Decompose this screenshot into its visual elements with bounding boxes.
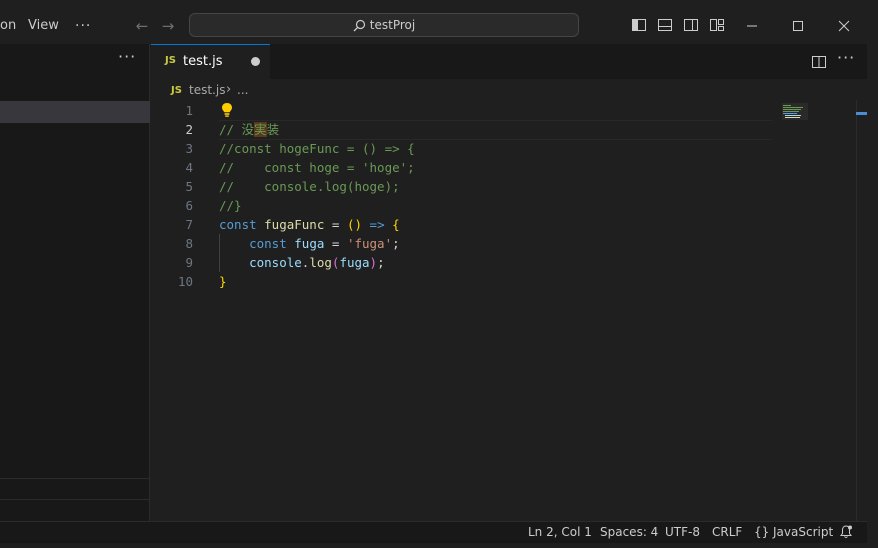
layout-left-icon[interactable] [631,17,647,33]
scrollbar-cursor-marker [856,112,867,115]
line-number: 4 [185,160,193,175]
code-token: 実 [254,122,267,137]
menu-view[interactable]: View [28,0,59,44]
code-token: ; [377,255,385,270]
code-token: //} [219,198,242,213]
code-editor[interactable]: 1 2 3 4 5 6 7 8 9 10 // 没実装 //const hogeFunc = () … [151,100,856,521]
status-language[interactable]: JavaScript [773,524,833,540]
code-line[interactable]: console.log(fuga); [219,253,385,272]
sidebar-selected-item[interactable] [0,101,150,123]
code-line[interactable]: const fugaFunc = () => { [219,215,400,234]
code-token: = [324,236,347,251]
code-token: () [346,217,363,232]
search-text: testProj [369,18,416,32]
code-token: // 没 [219,122,255,137]
line-number: 8 [185,236,193,251]
sidebar-divider [0,499,150,500]
breadcrumb-js-icon: JS [171,85,182,96]
notification-bell-icon[interactable] [839,524,853,540]
chevron-right-icon: › [226,82,232,97]
status-eol[interactable]: CRLF [712,524,742,540]
minimize-icon[interactable] [740,14,764,38]
sidebar-divider [0,478,150,479]
search-icon [353,19,365,32]
line-number: 2 [185,122,193,137]
minimap[interactable] [782,103,808,120]
code-line[interactable]: //const hogeFunc = () => { [219,139,415,158]
layout-right-icon[interactable] [683,17,699,33]
status-cursor-position[interactable]: Ln 2, Col 1 [528,524,592,540]
layout-bottom-icon[interactable] [657,17,673,33]
code-token: 装 [266,122,280,137]
code-token: 'fuga' [346,236,393,251]
code-line[interactable]: } [219,272,227,291]
code-token: //const hogeFunc = () => { [219,141,415,156]
breadcrumb-file[interactable]: test.js [189,83,225,97]
vertical-scrollbar[interactable] [856,100,867,521]
tab-label: test.js [183,54,223,69]
forward-arrow-icon[interactable]: → [160,18,176,34]
line-number: 7 [185,217,193,232]
line-number: 1 [185,103,193,118]
menu-more-icon[interactable]: ··· [75,0,91,44]
breadcrumb-more[interactable]: ... [237,83,248,97]
customize-layout-icon[interactable] [709,17,725,33]
line-number: 10 [177,274,193,289]
code-token: { [392,217,400,232]
window-edge [867,0,878,548]
code-token: fugaFunc [264,217,325,232]
status-encoding[interactable]: UTF-8 [665,524,700,540]
code-line[interactable]: // console.log(hoge); [219,177,400,196]
line-number: 9 [185,255,193,270]
code-token: const [249,236,295,251]
line-number: 6 [185,198,193,213]
code-line[interactable]: // 没実装 [219,120,279,139]
command-center-search[interactable]: testProj [189,13,579,37]
code-token: console [249,255,302,270]
code-token: const [219,217,265,232]
code-token: // console.log(hoge); [219,179,400,194]
code-token: log [309,255,332,270]
status-bar [0,521,878,543]
maximize-icon[interactable] [786,14,810,38]
js-file-icon: JS [165,55,176,66]
code-token: = [324,217,347,232]
line-number: 5 [185,179,193,194]
close-icon[interactable] [832,14,856,38]
sidebar-more-icon[interactable]: ··· [118,49,136,69]
code-line[interactable]: // const hoge = 'hoge'; [219,158,415,177]
code-token: // const hoge = 'hoge'; [219,160,415,175]
code-token: fuga [339,255,370,270]
code-line[interactable]: const fuga = 'fuga'; [219,234,400,253]
code-token: } [219,274,227,289]
code-token: fuga [294,236,325,251]
braces-icon: {} [754,525,770,539]
window-edge [0,543,878,548]
status-indentation[interactable]: Spaces: 4 [600,524,658,540]
code-token: ; [392,236,400,251]
code-token: => [369,217,385,232]
code-line[interactable]: //} [219,196,242,215]
editor-more-icon[interactable]: ··· [837,50,855,70]
code-token: ) [369,255,378,270]
line-number: 3 [185,141,193,156]
split-editor-icon[interactable] [811,54,827,70]
menu-selection[interactable]: on [0,0,16,44]
unsaved-dot-icon[interactable] [251,57,260,66]
back-arrow-icon[interactable]: ← [134,18,150,34]
